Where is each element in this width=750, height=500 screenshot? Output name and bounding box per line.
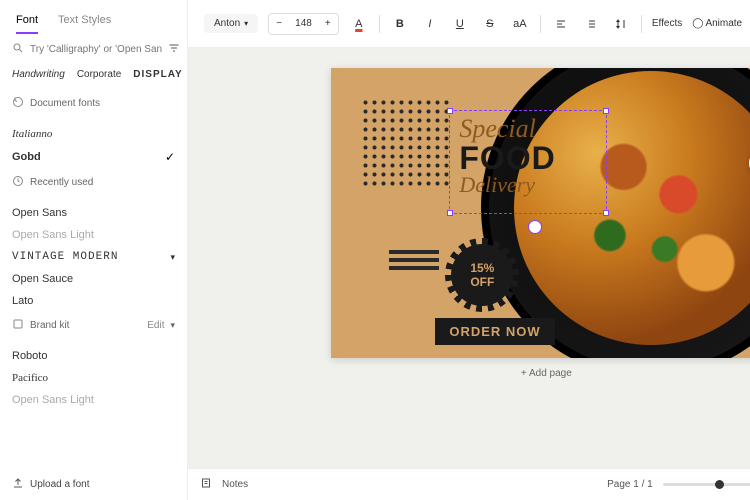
font-pacifico[interactable]: Pacifico bbox=[0, 367, 187, 389]
upload-font[interactable]: Upload a font bbox=[12, 477, 90, 492]
notes-label[interactable]: Notes bbox=[222, 479, 248, 490]
add-page-button[interactable]: + Add page bbox=[521, 368, 572, 379]
font-open-sans-light-2[interactable]: Open Sans Light bbox=[0, 389, 187, 411]
discount-badge[interactable]: 15%OFF bbox=[451, 244, 513, 306]
decor-bars bbox=[389, 250, 439, 270]
case-button[interactable]: aA bbox=[510, 14, 530, 34]
upload-icon bbox=[12, 477, 24, 492]
search-icon bbox=[12, 42, 24, 57]
font-open-sauce[interactable]: Open Sauce bbox=[0, 268, 187, 290]
clock-icon bbox=[12, 175, 24, 190]
font-roboto[interactable]: Roboto bbox=[0, 345, 187, 367]
filter-corporate[interactable]: Corporate bbox=[77, 69, 121, 80]
selection-box[interactable] bbox=[449, 110, 607, 214]
size-minus[interactable]: − bbox=[269, 14, 289, 34]
effects-button[interactable]: Effects bbox=[652, 18, 682, 29]
strike-button[interactable]: S bbox=[480, 14, 500, 34]
clock-icon bbox=[12, 96, 24, 111]
size-plus[interactable]: + bbox=[318, 14, 338, 34]
font-gobd[interactable]: Gobd✓ bbox=[0, 145, 187, 169]
font-open-sans-light[interactable]: Open Sans Light bbox=[0, 224, 187, 246]
section-recent: Recently used bbox=[30, 177, 93, 188]
dot-pattern bbox=[361, 98, 451, 188]
brandkit-icon bbox=[12, 318, 24, 333]
spacing-button[interactable] bbox=[611, 14, 631, 34]
tab-text-styles[interactable]: Text Styles bbox=[58, 14, 111, 34]
page-indicator[interactable]: Page 1 / 1 bbox=[607, 479, 653, 490]
animate-button[interactable]: ◯Animate bbox=[692, 18, 742, 29]
section-brandkit: Brand kit bbox=[30, 320, 69, 331]
font-vintage-modern[interactable]: VINTAGE MODERN▾ bbox=[0, 246, 187, 268]
notes-icon[interactable] bbox=[200, 477, 212, 492]
filter-display[interactable]: DISPLAY bbox=[133, 69, 182, 80]
zoom-slider[interactable] bbox=[663, 483, 750, 486]
font-open-sans[interactable]: Open Sans bbox=[0, 202, 187, 224]
section-document-fonts: Document fonts bbox=[30, 98, 100, 109]
filter-icon[interactable] bbox=[168, 42, 180, 57]
filter-handwriting[interactable]: Handwriting bbox=[12, 69, 65, 80]
font-italianno[interactable]: Italianno bbox=[0, 123, 187, 145]
underline-button[interactable]: U bbox=[450, 14, 470, 34]
design-canvas[interactable]: Special FOOD Delivery 15%OFF ORDER NOW ♡ bbox=[331, 68, 750, 358]
chevron-down-icon[interactable]: ▾ bbox=[170, 320, 175, 331]
check-icon: ✓ bbox=[165, 150, 175, 164]
chevron-down-icon[interactable]: ▾ bbox=[170, 252, 175, 263]
font-size-value[interactable]: 148 bbox=[289, 16, 318, 31]
tab-font[interactable]: Font bbox=[16, 14, 38, 34]
text-color[interactable]: A bbox=[349, 14, 369, 34]
bold-button[interactable]: B bbox=[390, 14, 410, 34]
font-family-select[interactable]: Anton▾ bbox=[204, 14, 258, 33]
search-input[interactable] bbox=[30, 44, 162, 55]
align-button[interactable] bbox=[551, 14, 571, 34]
italic-button[interactable]: I bbox=[420, 14, 440, 34]
list-button[interactable] bbox=[581, 14, 601, 34]
brandkit-edit[interactable]: Edit bbox=[147, 320, 164, 331]
order-now-button[interactable]: ORDER NOW bbox=[435, 318, 554, 345]
font-lato[interactable]: Lato bbox=[0, 290, 187, 312]
